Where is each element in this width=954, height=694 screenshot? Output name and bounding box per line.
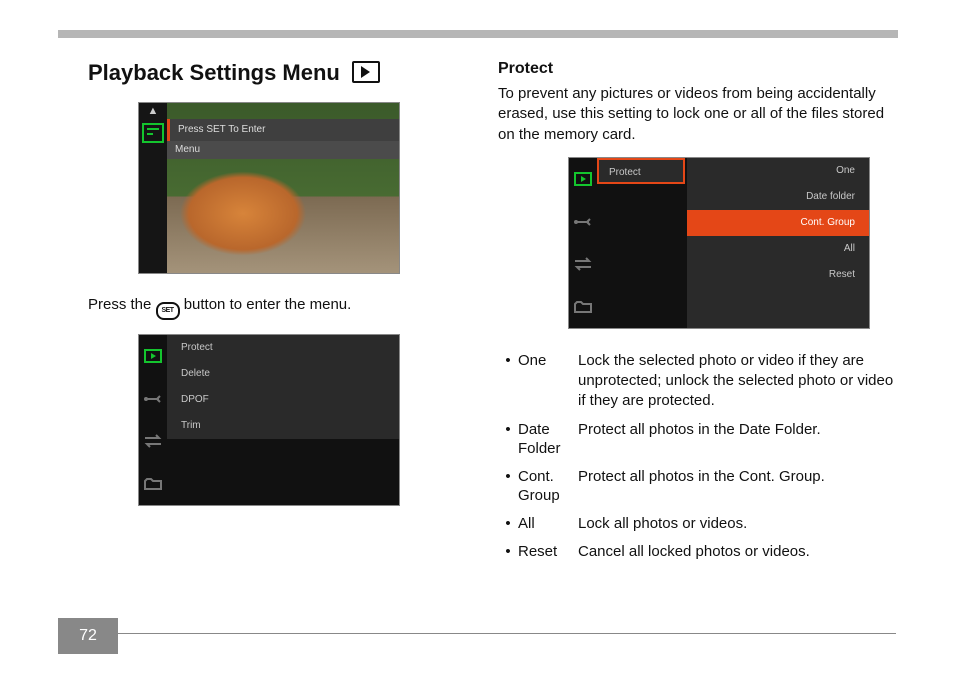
bullet-def: Lock all photos or videos. <box>578 514 898 534</box>
right-column: Protect To prevent any pictures or video… <box>498 60 898 570</box>
screen2-sidebar <box>139 335 167 505</box>
bullet-row: • All Lock all photos or videos. <box>498 514 898 534</box>
bullet-def: Protect all photos in the Date Folder. <box>578 420 898 440</box>
bullet-row: • Cont. Group Protect all photos in the … <box>498 467 898 506</box>
folder-icon <box>569 285 597 328</box>
usb-icon <box>139 378 167 421</box>
bullet-row: • One Lock the selected photo or video i… <box>498 351 898 412</box>
page-number-tab: 72 <box>58 618 118 654</box>
screenshot-menu: Protect Delete DPOF Trim <box>138 334 400 506</box>
option-item-selected: Cont. Group <box>687 210 869 236</box>
screenshot-protect: Protect One Date folder Cont. Group All … <box>568 157 870 329</box>
page-title: Playback Settings Menu <box>88 60 488 86</box>
chevron-up-icon: ▲ <box>139 103 167 119</box>
header-bar <box>58 30 898 38</box>
screen2-menu: Protect Delete DPOF Trim <box>167 335 399 439</box>
bullet-icon: • <box>498 542 518 562</box>
bullet-def: Lock the selected photo or video if they… <box>578 351 898 412</box>
bullet-list: • One Lock the selected photo or video i… <box>498 351 898 562</box>
usb-icon <box>569 200 597 243</box>
transfer-icon <box>139 420 167 463</box>
folder-icon <box>139 463 167 506</box>
menu-item: Trim <box>167 413 399 439</box>
footer-line <box>118 633 896 634</box>
list-icon <box>142 123 164 143</box>
bullet-term: One <box>518 351 578 371</box>
section-intro: To prevent any pictures or videos from b… <box>498 84 898 145</box>
section-heading: Protect <box>498 60 898 78</box>
transfer-icon <box>569 243 597 286</box>
bullet-icon: • <box>498 467 518 487</box>
option-item: Date folder <box>687 184 869 210</box>
option-item: All <box>687 236 869 262</box>
bullet-row: • Reset Cancel all locked photos or vide… <box>498 542 898 562</box>
bullet-icon: • <box>498 420 518 440</box>
bullet-def: Protect all photos in the Cont. Group. <box>578 467 898 487</box>
bullet-row: • Date Folder Protect all photos in the … <box>498 420 898 459</box>
screenshot-preview: ▲ Press SET To Enter Menu <box>138 102 400 274</box>
bullet-term: Reset <box>518 542 578 562</box>
left-column: Playback Settings Menu ▲ Press SET To En… <box>88 60 488 506</box>
screen3-label: Protect <box>597 158 685 184</box>
menu-item: DPOF <box>167 387 399 413</box>
bullet-icon: • <box>498 351 518 371</box>
screen1-line1: Press SET To Enter <box>167 119 399 141</box>
screen1-line2: Menu <box>167 141 399 159</box>
bullet-term: Date Folder <box>518 420 578 459</box>
playback-icon <box>352 61 380 83</box>
page-title-text: Playback Settings Menu <box>88 60 340 85</box>
screen3-options: One Date folder Cont. Group All Reset <box>687 158 869 328</box>
option-item: Reset <box>687 262 869 288</box>
screen3-sidebar <box>569 158 597 328</box>
instruction-pre: Press the <box>88 296 156 313</box>
bullet-def: Cancel all locked photos or videos. <box>578 542 898 562</box>
play-icon <box>569 158 597 201</box>
bullet-term: All <box>518 514 578 534</box>
set-button-icon: SET <box>156 302 180 320</box>
option-item: One <box>687 158 869 184</box>
screen1-sidebar: ▲ <box>139 103 167 273</box>
menu-item: Delete <box>167 361 399 387</box>
bullet-term: Cont. Group <box>518 467 578 506</box>
instruction-post: button to enter the menu. <box>180 296 352 313</box>
instruction-text: Press the SET button to enter the menu. <box>88 296 488 320</box>
menu-item: Protect <box>167 335 399 361</box>
play-icon <box>139 335 167 378</box>
bullet-icon: • <box>498 514 518 534</box>
